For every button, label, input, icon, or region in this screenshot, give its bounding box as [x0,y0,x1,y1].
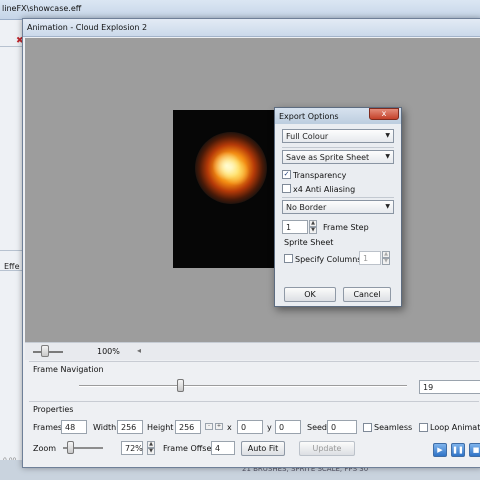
play-icon[interactable]: ▶ [433,443,447,457]
effects-panel-label[interactable]: Effe [4,262,20,271]
section-divider [29,401,479,402]
save-mode-select[interactable]: Save as Sprite Sheet ▼ [282,150,394,164]
ok-button[interactable]: OK [284,287,336,302]
anti-aliasing-checkbox[interactable] [282,184,291,193]
seamless-label: Seamless [374,423,413,432]
frame-step-down-icon[interactable]: ▼ [309,227,317,234]
update-button[interactable]: Update [299,441,355,456]
chevron-down-icon: ▼ [385,203,390,210]
transparency-checkbox[interactable]: ✓ [282,170,291,179]
columns-field[interactable]: 1 [359,251,381,265]
animation-window: Animation - Cloud Explosion 2 100% ◂ Fra… [22,18,480,468]
panel-divider [0,250,24,251]
size-increase-button[interactable]: + [215,423,223,430]
specify-columns-label: Specify Columns [295,255,362,264]
frame-navigation-heading: Frame Navigation [33,365,104,374]
frame-number-field[interactable]: 19 [419,380,480,394]
loop-animation-label: Loop Animation [430,423,480,432]
dialog-divider [282,197,394,198]
width-label: Width [93,423,117,432]
columns-up-icon[interactable]: ▲ [382,251,390,258]
anti-aliasing-label: x4 Anti Aliasing [293,185,356,194]
viewport-zoom-percent: 100% [97,347,120,356]
size-decrease-button[interactable]: - [205,423,213,430]
dialog-close-button[interactable]: x [369,108,399,120]
columns-down-icon[interactable]: ▼ [382,258,390,265]
transparency-label: Transparency [293,171,347,180]
frame-step-label: Frame Step [323,223,369,232]
save-mode-value: Save as Sprite Sheet [286,153,370,162]
animation-preview [173,110,277,268]
viewport-zoom-slider-thumb[interactable] [41,345,49,357]
chevron-down-icon: ▼ [385,132,390,139]
explosion-core [209,146,253,190]
section-divider [29,361,479,362]
frame-offset-field[interactable]: 4 [211,441,235,455]
stop-icon[interactable]: ■ [469,443,480,457]
frames-field[interactable]: 48 [61,420,87,434]
viewport-zoom-bar: 100% ◂ [25,342,480,360]
window-titlebar: Animation - Cloud Explosion 2 [23,19,480,37]
height-label: Height [147,423,174,432]
border-mode-value: No Border [286,203,327,212]
cancel-button[interactable]: Cancel [343,287,391,302]
background-left-panel: Effe 0.00 [0,20,24,464]
panel-divider [0,46,24,47]
colour-mode-value: Full Colour [286,132,329,141]
zoom-slider-thumb[interactable] [67,441,74,454]
dialog-divider [282,147,394,148]
x-label: x [227,423,232,432]
border-mode-select[interactable]: No Border ▼ [282,200,394,214]
frame-step-field[interactable]: 1 [282,220,308,234]
y-offset-field[interactable]: 0 [275,420,301,434]
height-field[interactable]: 256 [175,420,201,434]
auto-fit-button[interactable]: Auto Fit [241,441,285,456]
loop-animation-checkbox[interactable] [419,423,428,432]
properties-heading: Properties [33,405,74,414]
pause-icon[interactable]: ❚❚ [451,443,465,457]
frame-step-up-icon[interactable]: ▲ [309,220,317,227]
seed-label: Seed [307,423,327,432]
colour-mode-select[interactable]: Full Colour ▼ [282,129,394,143]
window-title: Animation - Cloud Explosion 2 [27,23,148,32]
width-field[interactable]: 256 [117,420,143,434]
seed-field[interactable]: 0 [327,420,357,434]
sprite-sheet-label: Sprite Sheet [284,238,334,247]
frame-offset-label: Frame Offset [163,444,215,453]
chevron-down-icon: ▼ [385,153,390,160]
dialog-title: Export Options [279,112,339,121]
zoom-label: Zoom [33,444,57,453]
export-options-dialog: Export Options x Full Colour ▼ Save as S… [274,107,402,307]
x-offset-field[interactable]: 0 [237,420,263,434]
background-app-titlebar: lineFX\showcase.eff [0,0,480,20]
frames-label: Frames [33,423,63,432]
y-label: y [267,423,272,432]
scroll-left-icon[interactable]: ◂ [137,346,141,355]
seamless-checkbox[interactable] [363,423,372,432]
background-app-title: lineFX\showcase.eff [2,4,82,13]
frame-navigation-track[interactable] [79,385,407,387]
zoom-up-icon[interactable]: ▲ [147,441,155,448]
specify-columns-checkbox[interactable] [284,254,293,263]
zoom-down-icon[interactable]: ▼ [147,448,155,455]
animation-viewport[interactable] [25,38,480,360]
frame-navigation-slider-thumb[interactable] [177,379,184,392]
zoom-field[interactable]: 72% [121,441,143,455]
